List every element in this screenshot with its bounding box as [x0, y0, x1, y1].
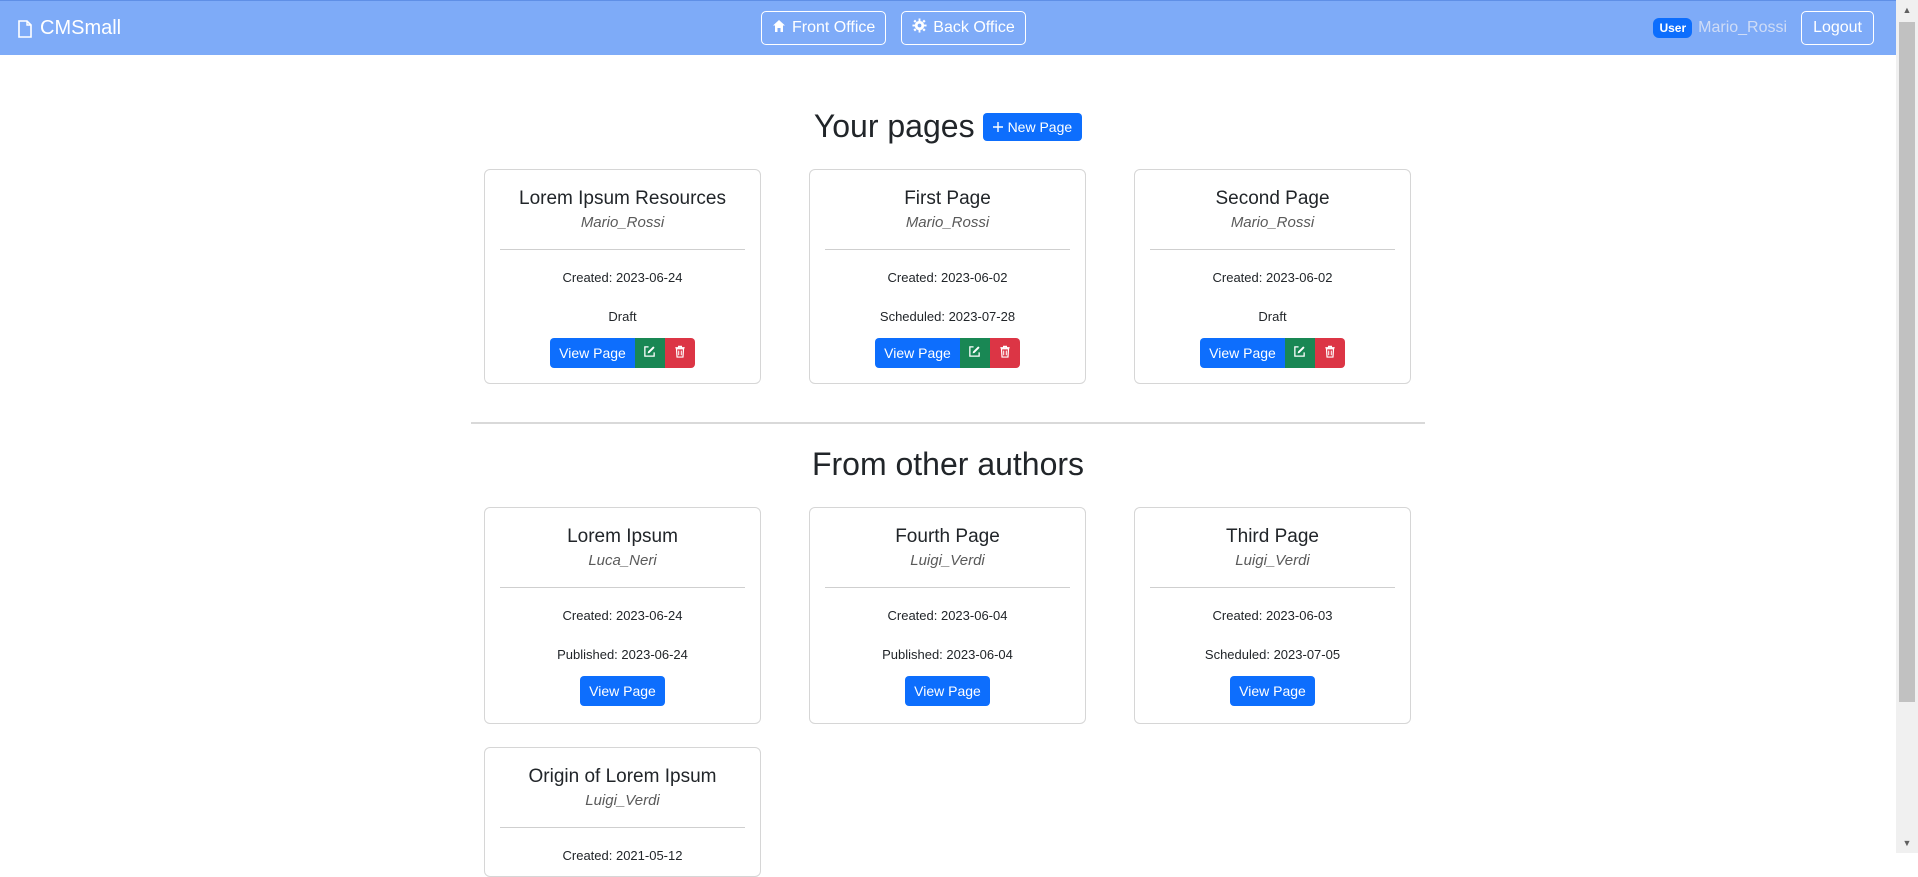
trash-icon — [999, 345, 1011, 361]
section-divider — [471, 422, 1425, 424]
page-card: Third Page Luigi_Verdi Created: 2023-06-… — [1134, 507, 1411, 724]
house-icon — [772, 19, 786, 38]
page-author: Mario_Rossi — [905, 214, 990, 231]
back-office-button[interactable]: Back Office — [901, 11, 1026, 45]
created-date: Created: 2023-06-24 — [562, 270, 683, 285]
your-pages-title: Your pages — [813, 108, 975, 144]
page-title: Lorem Ipsum Resources — [519, 188, 726, 209]
edit-button[interactable] — [959, 338, 990, 368]
page-author: Luigi_Verdi — [910, 552, 985, 569]
page-card: First Page Mario_Rossi Created: 2023-06-… — [809, 169, 1086, 384]
card-actions: View Page — [810, 338, 1085, 368]
delete-button[interactable] — [1314, 338, 1345, 368]
card-divider — [825, 587, 1070, 588]
navbar: CMSmall Front Office Back Office User Ma… — [0, 0, 1896, 55]
page-author: Mario_Rossi — [1230, 214, 1315, 231]
view-page-button[interactable]: View Page — [905, 676, 990, 706]
publication-status: Scheduled: 2023-07-28 — [879, 309, 1016, 324]
page-author: Luigi_Verdi — [585, 792, 660, 809]
publication-status: Scheduled: 2023-07-05 — [1204, 647, 1341, 662]
delete-button[interactable] — [664, 338, 695, 368]
your-pages-header: Your pages New Page — [0, 108, 1896, 145]
card-divider — [500, 249, 745, 250]
back-office-label: Back Office — [933, 19, 1015, 36]
card-divider — [500, 827, 745, 828]
scroll-thumb[interactable] — [1899, 22, 1915, 702]
view-page-button[interactable]: View Page — [550, 338, 635, 368]
page-author: Luigi_Verdi — [1235, 552, 1310, 569]
card-actions: View Page — [810, 676, 1085, 706]
card-actions: View Page — [1135, 338, 1410, 368]
created-date: Created: 2023-06-24 — [562, 608, 683, 623]
created-date: Created: 2021-05-12 — [562, 848, 683, 863]
created-date: Created: 2023-06-02 — [1212, 270, 1333, 285]
trash-icon — [1324, 345, 1336, 361]
view-page-button[interactable]: View Page — [875, 338, 960, 368]
publication-status: Draft — [608, 309, 637, 324]
page-title: Lorem Ipsum — [567, 526, 678, 547]
card-divider — [1150, 587, 1395, 588]
publication-status: Published: 2023-06-24 — [557, 647, 688, 662]
front-office-button[interactable]: Front Office — [761, 11, 887, 45]
card-divider — [825, 249, 1070, 250]
trash-icon — [674, 345, 686, 361]
card-actions: View Page — [485, 676, 760, 706]
created-date: Created: 2023-06-04 — [887, 608, 1008, 623]
delete-button[interactable] — [989, 338, 1020, 368]
page-title: Fourth Page — [895, 526, 1000, 547]
edit-icon — [643, 345, 656, 361]
card-divider — [1150, 249, 1395, 250]
new-page-label: New Page — [1007, 118, 1073, 135]
edit-button[interactable] — [1284, 338, 1315, 368]
publication-status: Published: 2023-06-04 — [882, 647, 1013, 662]
page-author: Luca_Neri — [588, 552, 657, 569]
page-card: Second Page Mario_Rossi Created: 2023-06… — [1134, 169, 1411, 384]
card-actions: View Page — [1135, 676, 1410, 706]
role-badge: User — [1653, 18, 1693, 38]
new-page-button[interactable]: New Page — [982, 112, 1083, 141]
page-card: Origin of Lorem Ipsum Luigi_Verdi Create… — [484, 747, 761, 877]
logout-button[interactable]: Logout — [1801, 11, 1874, 45]
created-date: Created: 2023-06-03 — [1212, 608, 1333, 623]
scroll-down-arrow-icon[interactable]: ▼ — [1896, 833, 1918, 853]
page-card: Lorem Ipsum Luca_Neri Created: 2023-06-2… — [484, 507, 761, 724]
username: Mario_Rossi — [1698, 19, 1788, 36]
edit-icon — [1293, 345, 1306, 361]
publication-status: Draft — [1258, 309, 1287, 324]
file-icon — [18, 19, 32, 38]
vertical-scrollbar[interactable]: ▲ ▼ — [1896, 0, 1918, 853]
page-card: Fourth Page Luigi_Verdi Created: 2023-06… — [809, 507, 1086, 724]
page-author: Mario_Rossi — [580, 214, 665, 231]
brand-label: CMSmall — [40, 17, 122, 39]
edit-icon — [968, 345, 981, 361]
scroll-up-arrow-icon[interactable]: ▲ — [1896, 0, 1918, 20]
gear-icon — [912, 18, 927, 38]
view-page-button[interactable]: View Page — [580, 676, 665, 706]
front-office-label: Front Office — [792, 19, 876, 36]
edit-button[interactable] — [634, 338, 665, 368]
card-actions: View Page — [485, 338, 760, 368]
card-divider — [500, 587, 745, 588]
other-authors-title: From other authors — [811, 446, 1085, 482]
created-date: Created: 2023-06-02 — [887, 270, 1008, 285]
view-page-button[interactable]: View Page — [1200, 338, 1285, 368]
plus-icon — [992, 119, 1003, 135]
page-card: Lorem Ipsum Resources Mario_Rossi Create… — [484, 169, 761, 384]
page-title: First Page — [904, 188, 991, 209]
page-title: Second Page — [1215, 188, 1330, 209]
page-title: Third Page — [1226, 526, 1319, 547]
brand[interactable]: CMSmall — [18, 17, 121, 40]
view-page-button[interactable]: View Page — [1230, 676, 1315, 706]
page-title: Origin of Lorem Ipsum — [528, 766, 717, 787]
